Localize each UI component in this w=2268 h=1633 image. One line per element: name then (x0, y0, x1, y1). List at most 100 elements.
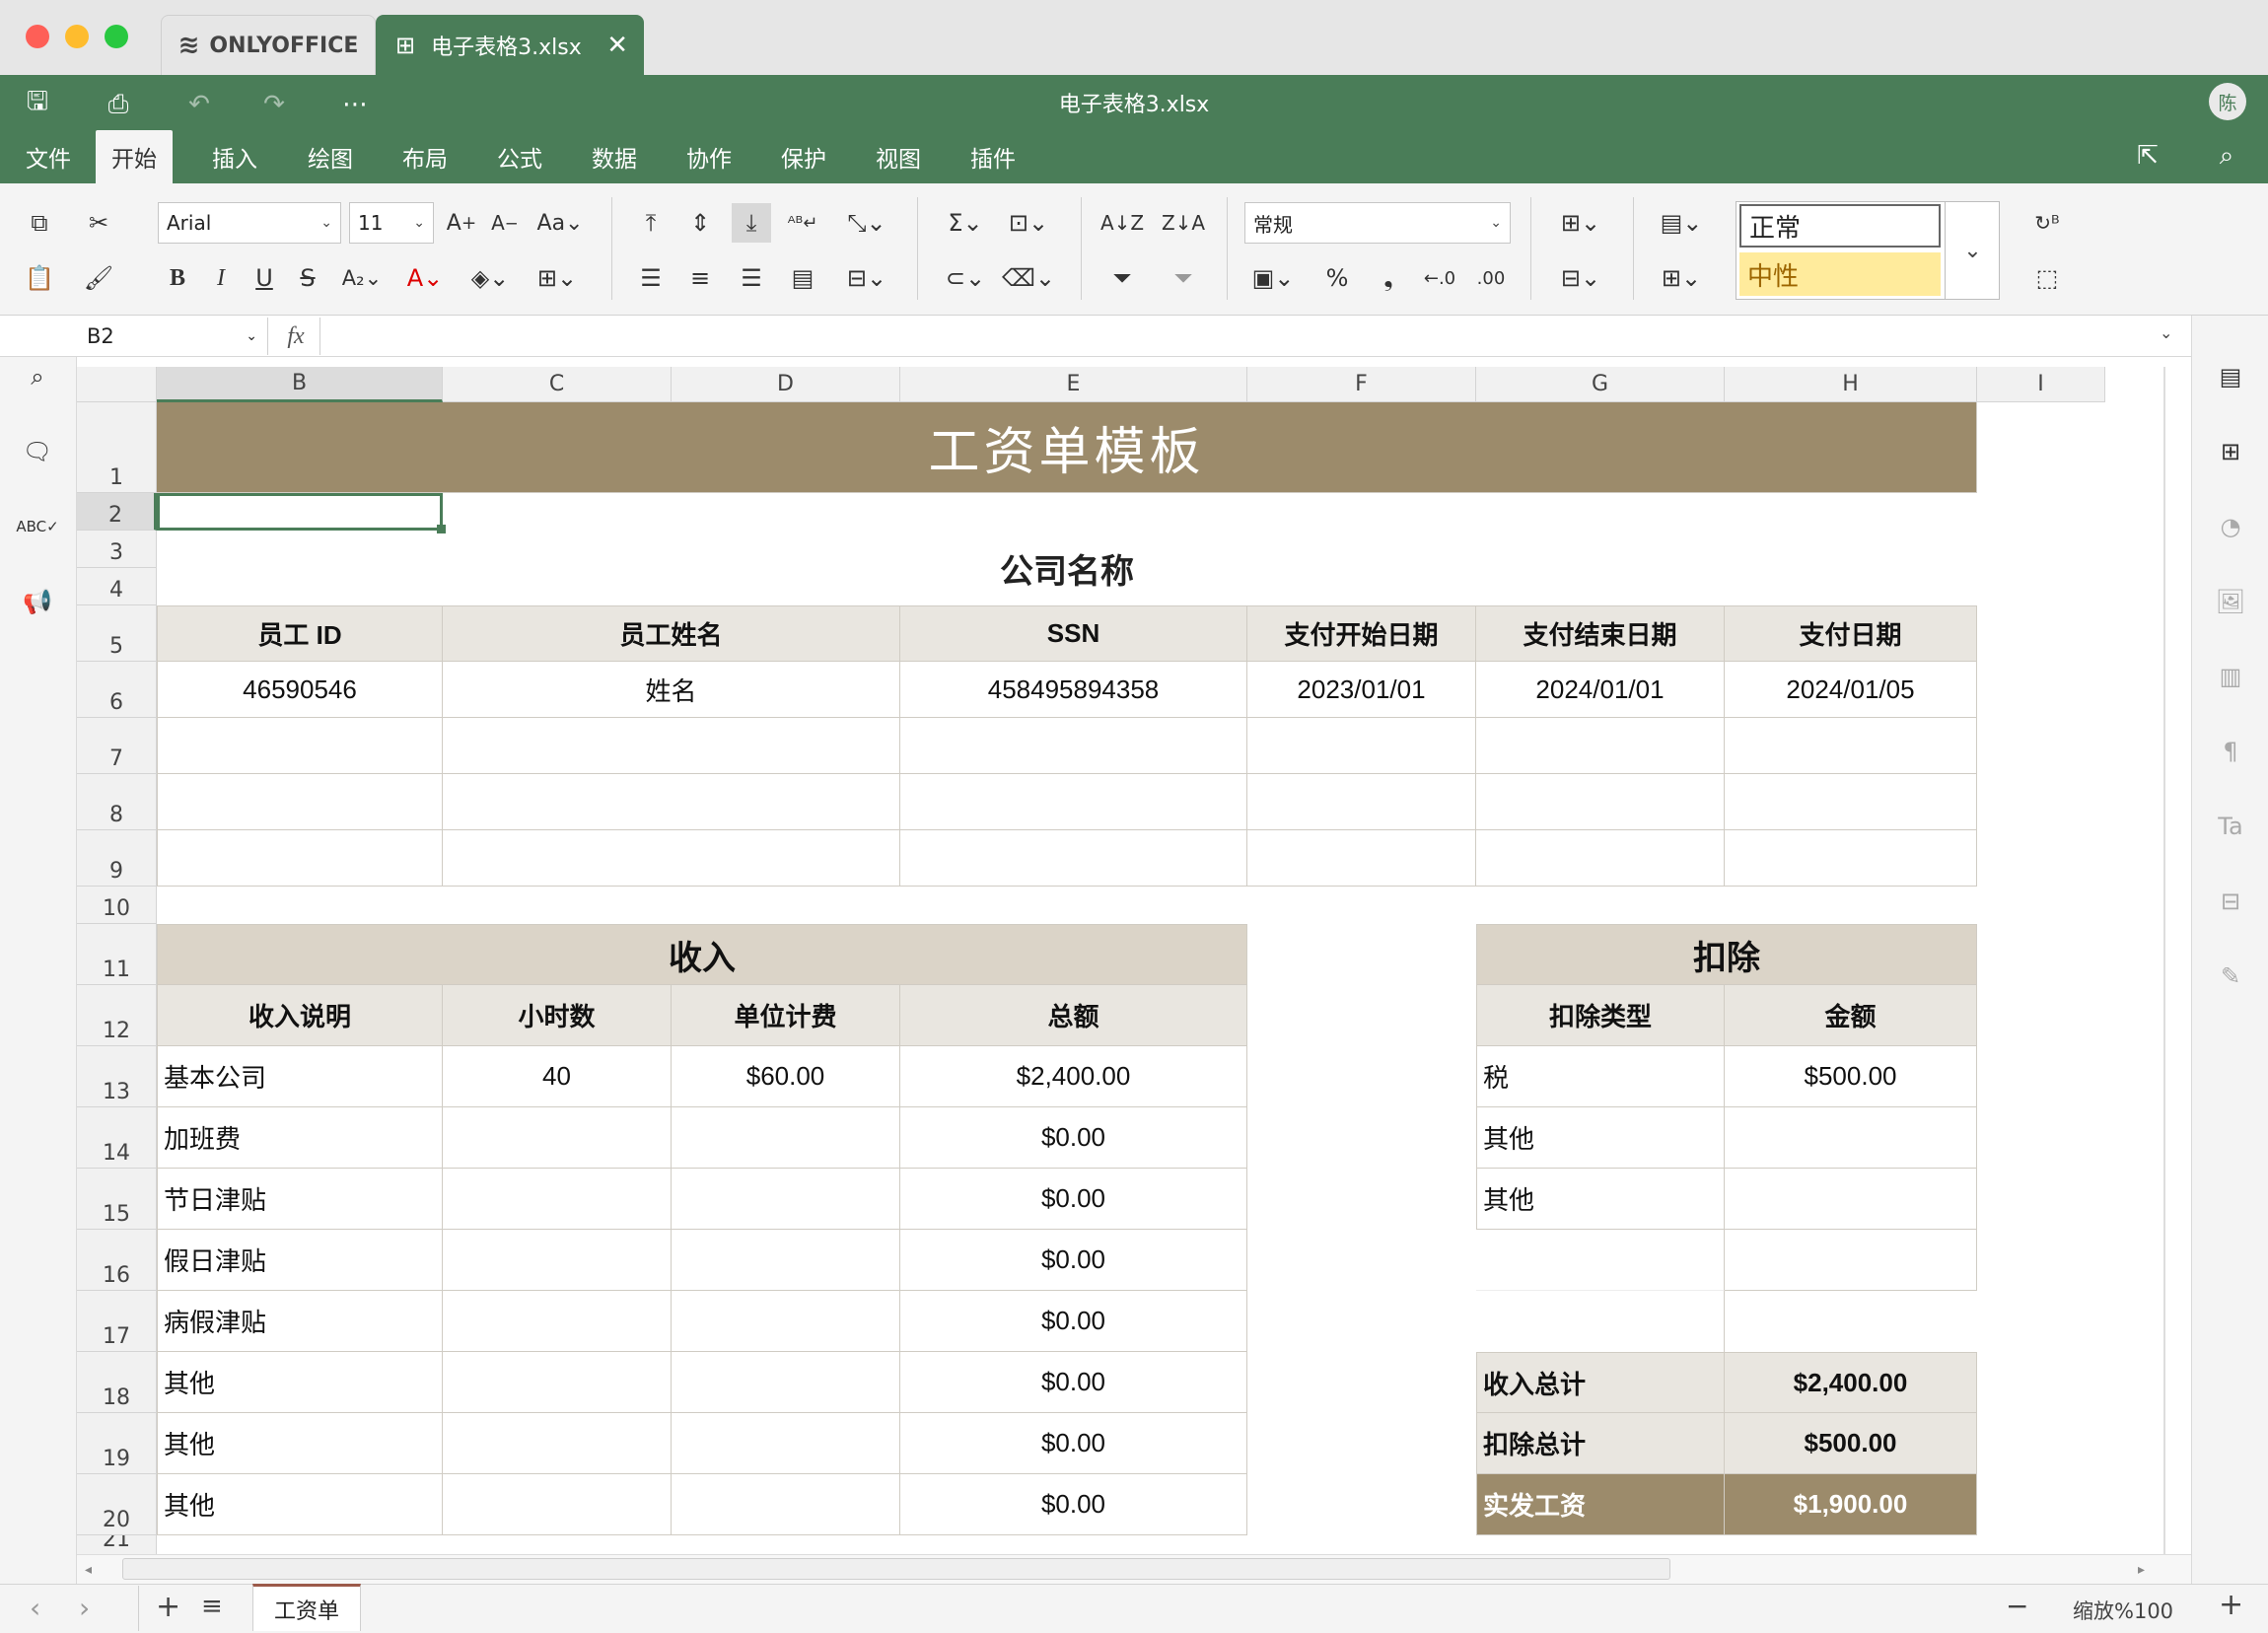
font-size-select[interactable]: 11 ⌄ (349, 202, 434, 244)
deduction-header-amount[interactable]: 金额 (1725, 985, 1977, 1046)
row-header[interactable]: 4 (77, 568, 157, 605)
empty-cell[interactable] (157, 830, 443, 887)
avatar[interactable]: 陈 (2209, 83, 2246, 120)
selected-cell-b2[interactable] (157, 493, 443, 531)
align-left-icon[interactable]: ☰ (631, 258, 671, 298)
deduction-title[interactable]: 扣除 (1476, 924, 1977, 985)
deduction-header-type[interactable]: 扣除类型 (1476, 985, 1725, 1046)
income-total[interactable]: $0.00 (900, 1474, 1247, 1535)
minimize-window-button[interactable] (65, 25, 89, 48)
row-header[interactable]: 13 (77, 1046, 157, 1107)
signature-settings-icon[interactable]: ✎ (2211, 957, 2250, 996)
total-income-value[interactable]: $2,400.00 (1725, 1352, 1977, 1413)
income-total[interactable]: $0.00 (900, 1291, 1247, 1352)
zoom-out-icon[interactable]: − (2006, 1590, 2028, 1622)
row-header[interactable]: 11 (77, 924, 157, 985)
pay-start-value[interactable]: 2023/01/01 (1247, 662, 1476, 718)
empty-cell[interactable] (1247, 718, 1476, 774)
clear-filter-icon[interactable]: ⏷ (1164, 258, 1203, 298)
income-total[interactable]: $2,400.00 (900, 1046, 1247, 1107)
income-hours[interactable] (443, 1352, 672, 1413)
borders-icon[interactable]: ⊞⌄ (529, 258, 586, 298)
filter-icon[interactable]: ⏷ (1102, 258, 1142, 298)
paragraph-settings-icon[interactable]: ¶ (2211, 732, 2250, 771)
income-desc[interactable]: 假日津贴 (157, 1230, 443, 1291)
spreadsheet-grid[interactable]: B C D E F G H I 1 2 3 4 5 6 7 8 9 10 11 … (77, 357, 2165, 1554)
empty-cell[interactable] (1725, 830, 1977, 887)
deduction-amount[interactable] (1725, 1169, 1977, 1230)
add-sheet-icon[interactable]: + (156, 1590, 180, 1624)
table-settings-icon[interactable]: ⊞ (2211, 432, 2250, 471)
empty-cell[interactable] (900, 718, 1247, 774)
menu-formula[interactable]: 公式 (481, 130, 558, 183)
styles-expand-icon[interactable]: ⌄ (1945, 201, 2000, 300)
text-art-settings-icon[interactable]: Ta (2211, 807, 2250, 846)
clear-icon[interactable]: ⌫⌄ (1002, 258, 1055, 298)
menu-data[interactable]: 数据 (576, 130, 653, 183)
company-name[interactable]: 公司名称 (157, 531, 1977, 605)
zoom-in-icon[interactable]: + (2219, 1588, 2243, 1622)
row-header[interactable]: 15 (77, 1169, 157, 1230)
income-total[interactable]: $0.00 (900, 1169, 1247, 1230)
deduction-type[interactable]: 其他 (1476, 1169, 1725, 1230)
income-rate[interactable] (672, 1291, 900, 1352)
ssn-value[interactable]: 458495894358 (900, 662, 1247, 718)
empty-cell[interactable] (1725, 1230, 1977, 1291)
autosum-icon[interactable]: Σ⌄ (939, 203, 992, 243)
empty-cell[interactable] (900, 830, 1247, 887)
row-header[interactable]: 7 (77, 718, 157, 774)
empty-cell[interactable] (1247, 830, 1476, 887)
format-painter-icon[interactable]: 🖌 (79, 258, 118, 298)
row-header[interactable]: 12 (77, 985, 157, 1046)
row-header[interactable]: 19 (77, 1413, 157, 1474)
shape-settings-icon[interactable]: ◔ (2211, 507, 2250, 546)
row-header[interactable]: 6 (77, 662, 157, 718)
align-top-icon[interactable]: ⤒ (631, 203, 671, 243)
row-header[interactable]: 14 (77, 1107, 157, 1169)
increase-font-icon[interactable]: A + (442, 203, 481, 243)
fill-icon[interactable]: ⊡⌄ (1002, 203, 1055, 243)
header-pay-end[interactable]: 支付结束日期 (1476, 605, 1725, 662)
empty-cell[interactable] (1476, 1230, 1725, 1291)
bold-icon[interactable]: B (158, 258, 197, 298)
header-ssn[interactable]: SSN (900, 605, 1247, 662)
comma-style-icon[interactable]: ❟ (1369, 258, 1408, 298)
menu-view[interactable]: 视图 (860, 130, 937, 183)
income-header-desc[interactable]: 收入说明 (157, 985, 443, 1046)
style-normal[interactable]: 正常 (1739, 204, 1941, 248)
row-header[interactable]: 18 (77, 1352, 157, 1413)
text-orientation-icon[interactable]: ⤡⌄ (840, 203, 893, 243)
income-desc[interactable]: 其他 (157, 1413, 443, 1474)
total-income-label[interactable]: 收入总计 (1476, 1352, 1725, 1413)
close-tab-icon[interactable]: ✕ (606, 31, 628, 60)
row-header[interactable]: 2 (77, 493, 157, 531)
total-deduction-label[interactable]: 扣除总计 (1476, 1413, 1725, 1474)
align-center-icon[interactable]: ≡ (680, 258, 720, 298)
scroll-right-icon[interactable]: ▸ (2138, 1562, 2145, 1578)
income-hours[interactable] (443, 1169, 672, 1230)
name-box[interactable]: B2 ⌄ (77, 318, 268, 355)
close-window-button[interactable] (26, 25, 49, 48)
row-header[interactable]: 17 (77, 1291, 157, 1352)
total-deduction-value[interactable]: $500.00 (1725, 1413, 1977, 1474)
income-header-rate[interactable]: 单位计费 (672, 985, 900, 1046)
search-icon[interactable]: ⌕ (18, 357, 57, 396)
income-rate[interactable] (672, 1474, 900, 1535)
empty-cell[interactable] (1725, 1291, 1977, 1352)
menu-insert[interactable]: 插入 (196, 130, 273, 183)
income-total[interactable]: $0.00 (900, 1107, 1247, 1169)
wrap-text-icon[interactable]: ᴬᴮ↵ (783, 203, 822, 243)
row-header[interactable]: 5 (77, 605, 157, 662)
sort-descending-icon[interactable]: Z↓A (1162, 203, 1205, 243)
empty-cell[interactable] (157, 718, 443, 774)
conditional-formatting-icon[interactable]: ▤⌄ (1653, 203, 1710, 243)
font-color-icon[interactable]: A⌄ (398, 258, 452, 298)
next-sheet-icon[interactable]: › (79, 1592, 90, 1624)
header-employee-name[interactable]: 员工姓名 (443, 605, 900, 662)
deduction-amount[interactable] (1725, 1107, 1977, 1169)
empty-cell[interactable] (1725, 774, 1977, 830)
comments-icon[interactable]: 🗨 (18, 432, 57, 471)
replace-icon[interactable]: ↻ᴮ (2027, 203, 2067, 243)
formula-input[interactable] (319, 318, 2173, 355)
image-settings-icon[interactable]: 🖼 (2211, 582, 2250, 621)
